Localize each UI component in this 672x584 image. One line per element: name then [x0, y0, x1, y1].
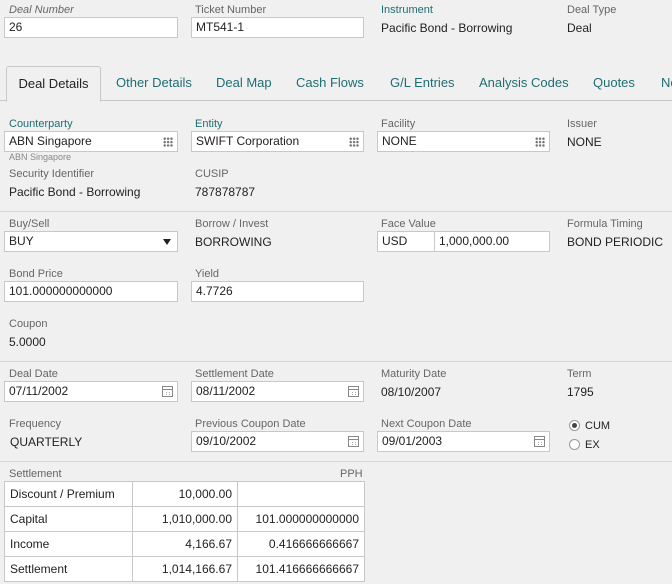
calendar-icon[interactable] — [162, 386, 173, 397]
coupon-label: Coupon — [9, 318, 48, 330]
lookup-grid-icon[interactable] — [535, 137, 545, 147]
deal-type-label: Deal Type — [567, 4, 617, 16]
settlement-row-label: Capital — [4, 506, 133, 532]
deal-number-input[interactable]: 26 — [4, 17, 178, 38]
face-value-currency-input[interactable]: USD — [377, 231, 435, 252]
settlement-row-label: Discount / Premium — [4, 481, 133, 507]
bond-price-label: Bond Price — [9, 268, 63, 280]
ex-radio[interactable] — [569, 439, 580, 450]
settlement-date-label: Settlement Date — [195, 368, 274, 380]
table-row: Settlement 1,014,166.67 101.416666666667 — [4, 556, 365, 582]
formula-timing-value: BOND PERIODIC — [567, 235, 664, 249]
next-coupon-date-input[interactable]: 09/01/2003 — [377, 431, 550, 452]
settlement-pph — [237, 481, 365, 507]
facility-label: Facility — [381, 118, 416, 130]
table-row: Income 4,166.67 0.416666666667 — [4, 531, 365, 557]
lookup-grid-icon[interactable] — [163, 137, 173, 147]
term-value: 1795 — [567, 385, 594, 399]
section-divider — [0, 361, 672, 362]
counterparty-input[interactable]: ABN Singapore — [4, 131, 178, 152]
buy-sell-select[interactable]: BUY — [4, 231, 178, 252]
frequency-label: Frequency — [9, 418, 61, 430]
settlement-amount: 1,010,000.00 — [132, 506, 238, 532]
tab-deal-map[interactable]: Deal Map — [216, 66, 272, 101]
pph-label: PPH — [340, 468, 363, 480]
yield-label: Yield — [195, 268, 220, 280]
previous-coupon-date-label: Previous Coupon Date — [195, 418, 306, 430]
tab-cash-flows[interactable]: Cash Flows — [296, 66, 364, 101]
instrument-value: Pacific Bond - Borrowing — [381, 21, 513, 35]
settlement-row-label: Income — [4, 531, 133, 557]
tab-analysis-codes[interactable]: Analysis Codes — [479, 66, 569, 101]
calendar-icon[interactable] — [348, 436, 359, 447]
coupon-value: 5.0000 — [9, 335, 46, 349]
maturity-date-label: Maturity Date — [381, 368, 447, 380]
ticket-number-input[interactable]: MT541-1 — [191, 17, 364, 38]
tab-bar: Deal Details Other Details Deal Map Cash… — [0, 66, 672, 102]
lookup-grid-icon[interactable] — [349, 137, 359, 147]
settlement-amount: 4,166.67 — [132, 531, 238, 557]
term-label: Term — [567, 368, 592, 380]
deal-number-label: Deal Number — [9, 4, 74, 16]
entity-label: Entity — [195, 118, 223, 130]
settlement-table: Discount / Premium 10,000.00 Capital 1,0… — [4, 481, 365, 582]
table-row: Discount / Premium 10,000.00 — [4, 481, 365, 507]
cusip-value: 787878787 — [195, 185, 256, 199]
settlement-section-label: Settlement — [9, 468, 62, 480]
face-value-label: Face Value — [381, 218, 436, 230]
cum-radio[interactable] — [569, 420, 580, 431]
entity-input[interactable]: SWIFT Corporation — [191, 131, 364, 152]
instrument-label: Instrument — [381, 4, 433, 16]
section-divider — [0, 211, 672, 212]
buy-sell-label: Buy/Sell — [9, 218, 50, 230]
section-divider — [0, 461, 672, 462]
borrow-invest-label: Borrow / Invest — [195, 218, 269, 230]
borrow-invest-value: BORROWING — [195, 235, 272, 249]
settlement-pph: 101.000000000000 — [237, 506, 365, 532]
tab-quotes[interactable]: Quotes — [593, 66, 635, 101]
security-identifier-label: Security Identifier — [9, 168, 94, 180]
cum-radio-label: CUM — [585, 420, 611, 432]
maturity-date-value: 08/10/2007 — [381, 385, 442, 399]
frequency-value: QUARTERLY — [10, 435, 83, 449]
dropdown-arrow-icon[interactable] — [163, 239, 171, 245]
table-row: Capital 1,010,000.00 101.000000000000 — [4, 506, 365, 532]
bond-price-input[interactable]: 101.000000000000 — [4, 281, 178, 302]
deal-date-label: Deal Date — [9, 368, 58, 380]
settlement-amount: 1,014,166.67 — [132, 556, 238, 582]
face-value-amount-input[interactable]: 1,000,000.00 — [434, 231, 550, 252]
settlement-pph: 101.416666666667 — [237, 556, 365, 582]
facility-input[interactable]: NONE — [377, 131, 550, 152]
calendar-icon[interactable] — [348, 386, 359, 397]
previous-coupon-date-input[interactable]: 09/10/2002 — [191, 431, 364, 452]
deal-date-input[interactable]: 07/11/2002 — [4, 381, 178, 402]
settlement-pph: 0.416666666667 — [237, 531, 365, 557]
tab-deal-details[interactable]: Deal Details — [6, 66, 101, 102]
formula-timing-label: Formula Timing — [567, 218, 643, 230]
counterparty-label: Counterparty — [9, 118, 73, 130]
calendar-icon[interactable] — [534, 436, 545, 447]
settlement-amount: 10,000.00 — [132, 481, 238, 507]
ex-radio-label: EX — [585, 439, 600, 451]
next-coupon-date-label: Next Coupon Date — [381, 418, 472, 430]
issuer-value: NONE — [567, 135, 602, 149]
ticket-number-label: Ticket Number — [195, 4, 267, 16]
issuer-label: Issuer — [567, 118, 597, 130]
security-identifier-value: Pacific Bond - Borrowing — [9, 185, 141, 199]
settlement-date-input[interactable]: 08/11/2002 — [191, 381, 364, 402]
tab-other-details[interactable]: Other Details — [116, 66, 192, 101]
yield-input[interactable]: 4.7726 — [191, 281, 364, 302]
tab-more[interactable]: No — [661, 66, 672, 101]
settlement-row-label: Settlement — [4, 556, 133, 582]
deal-type-value: Deal — [567, 21, 592, 35]
counterparty-hint: ABN Singapore — [9, 152, 72, 162]
tab-gl-entries[interactable]: G/L Entries — [390, 66, 455, 101]
cusip-label: CUSIP — [195, 168, 229, 180]
